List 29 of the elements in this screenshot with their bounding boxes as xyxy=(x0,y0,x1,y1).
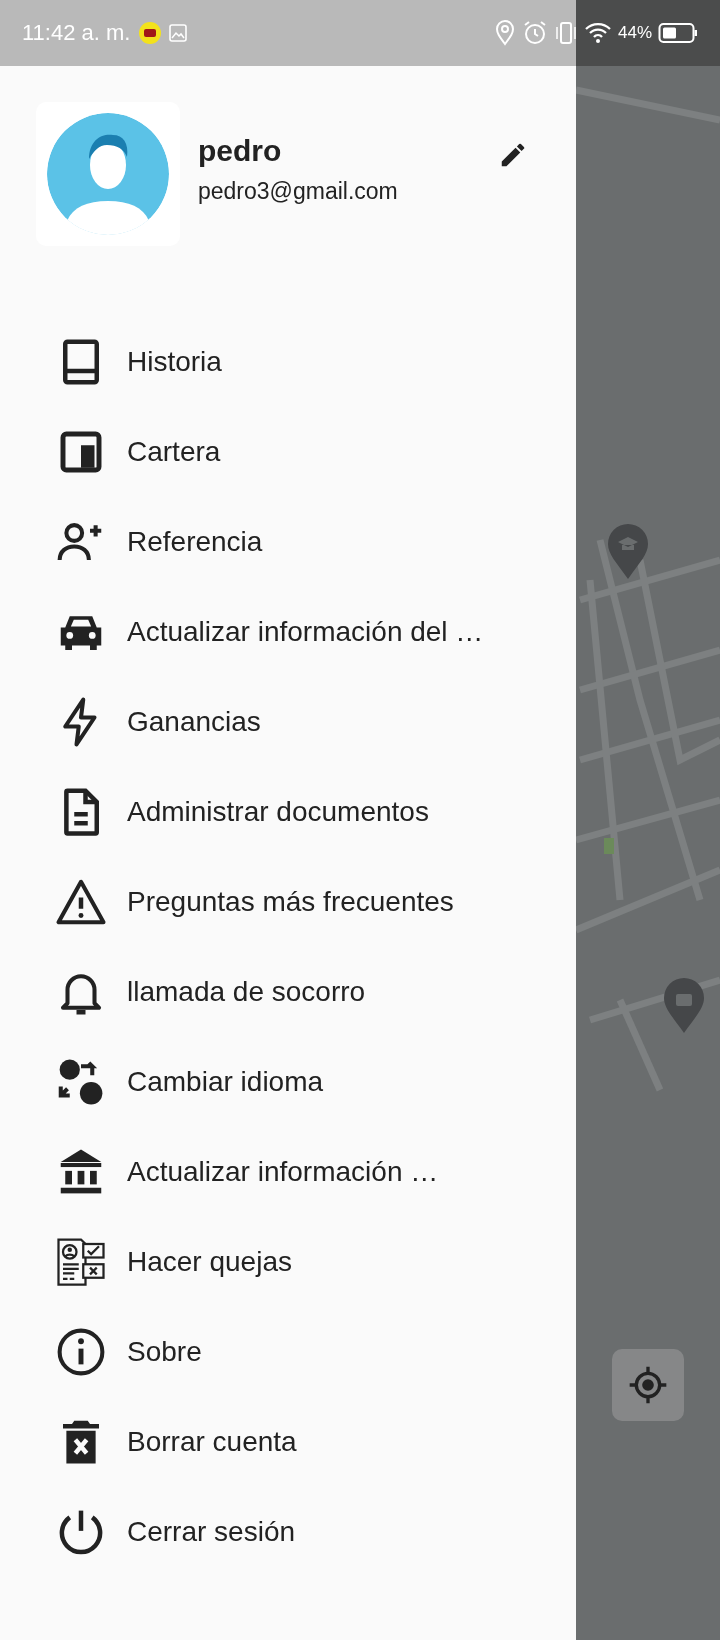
menu-item[interactable]: llamada de socorro xyxy=(0,947,576,1037)
my-location-icon xyxy=(628,1365,668,1405)
menu-item[interactable]: Borrar cuenta xyxy=(0,1397,576,1487)
map-pin-icon[interactable] xyxy=(608,524,648,580)
menu-item[interactable]: Sobre xyxy=(0,1307,576,1397)
menu-item[interactable]: Actualizar información … xyxy=(0,1127,576,1217)
menu-item[interactable]: Cartera xyxy=(0,407,576,497)
menu-item[interactable]: Historia xyxy=(0,317,576,407)
image-icon xyxy=(168,23,189,43)
battery-icon xyxy=(658,22,698,44)
battery-percentage: 44% xyxy=(617,23,652,43)
menu-item[interactable]: Preguntas más frecuentes xyxy=(0,857,576,947)
menu-item[interactable]: Referencia xyxy=(0,497,576,587)
avatar-icon xyxy=(47,113,169,235)
wifi-icon xyxy=(583,21,612,45)
my-location-button[interactable] xyxy=(612,1349,684,1421)
app-notification-icon xyxy=(138,21,163,45)
menu-item[interactable]: Ganancias xyxy=(0,677,576,767)
location-icon xyxy=(493,20,516,46)
menu-item[interactable]: Cerrar sesión xyxy=(0,1487,576,1577)
user-email: pedro3@gmail.com xyxy=(198,178,399,205)
clock-time: 11:42 a. m. xyxy=(22,20,131,46)
menu-item[interactable]: Cambiar idioma xyxy=(0,1037,576,1127)
menu-item[interactable]: Actualizar información del … xyxy=(0,587,576,677)
complaint-form-icon xyxy=(54,1235,108,1289)
menu-item[interactable]: Administrar documentos xyxy=(0,767,576,857)
menu-item[interactable]: Hacer quejas xyxy=(0,1217,576,1307)
user-name: pedro xyxy=(198,134,283,168)
vibrate-icon xyxy=(553,20,578,46)
